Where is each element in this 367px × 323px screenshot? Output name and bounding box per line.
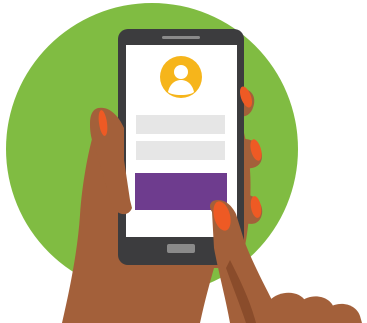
user-icon bbox=[160, 56, 202, 98]
illustration bbox=[0, 0, 367, 323]
username-field[interactable] bbox=[136, 115, 225, 134]
home-button[interactable] bbox=[167, 244, 195, 253]
phone-speaker bbox=[162, 36, 200, 39]
phone-illustration bbox=[6, 3, 362, 323]
password-field[interactable] bbox=[136, 141, 225, 160]
